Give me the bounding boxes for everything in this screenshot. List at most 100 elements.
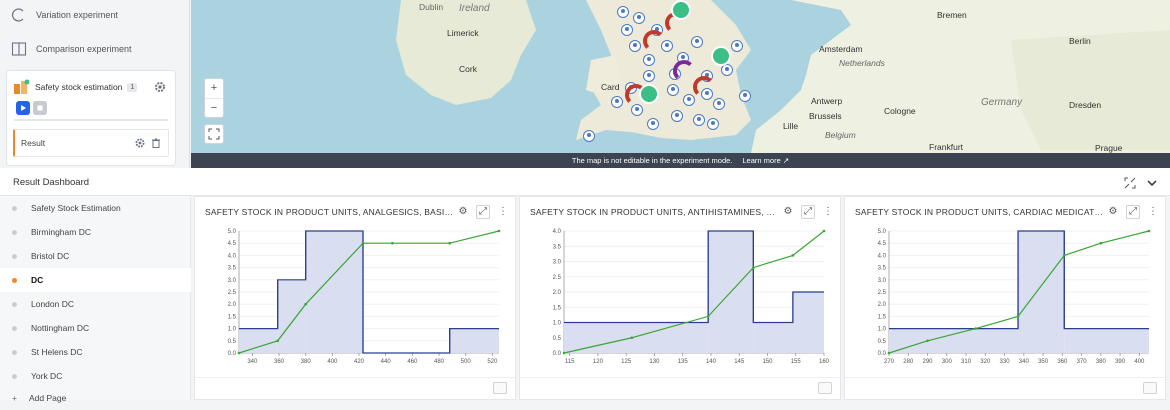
nav-page-st-helens-dc[interactable]: St Helens DC bbox=[0, 340, 191, 364]
x-tick-label: 460 bbox=[407, 359, 418, 365]
learn-more-link[interactable]: Learn more ↗ bbox=[742, 156, 789, 165]
y-tick-label: 1.0 bbox=[553, 321, 562, 327]
x-tick-label: 130 bbox=[649, 359, 660, 365]
cumulative-point bbox=[361, 241, 365, 245]
chart-more-icon[interactable]: ⋮ bbox=[822, 206, 834, 218]
nav-page-dc[interactable]: DC bbox=[0, 268, 191, 292]
y-tick-label: 4.5 bbox=[878, 241, 887, 247]
collapse-chevron-icon[interactable] bbox=[1146, 176, 1158, 188]
x-tick-label: 440 bbox=[381, 359, 392, 365]
customer-location-pin[interactable] bbox=[739, 90, 751, 102]
result-item[interactable]: Result bbox=[13, 129, 169, 157]
nav-label: York DC bbox=[31, 371, 63, 381]
fit-map-button[interactable] bbox=[204, 124, 224, 144]
cumulative-point bbox=[1099, 241, 1103, 245]
experiment-settings-gear-icon[interactable] bbox=[153, 80, 167, 94]
maximize-dashboard-icon[interactable] bbox=[1124, 176, 1136, 189]
histogram-plot: 0.0 0.5 1.0 1.5 2.0 2.5 3.0 3.5 4.0 115 120 125 130 1… bbox=[553, 229, 830, 365]
safety-stock-experiment-card[interactable]: Safety stock estimation 1 Result bbox=[6, 70, 176, 166]
variation-icon bbox=[10, 6, 28, 24]
experiment-logo-icon bbox=[13, 79, 30, 95]
customer-location-pin[interactable] bbox=[633, 12, 645, 24]
chart-settings-gear-icon[interactable]: ⚙ bbox=[1107, 206, 1119, 218]
customer-location-pin[interactable] bbox=[707, 118, 719, 130]
map-label-prague: Prague bbox=[1095, 143, 1123, 153]
customer-location-pin[interactable] bbox=[683, 94, 695, 106]
x-tick-label: 360 bbox=[274, 359, 285, 365]
chart-expand-icon[interactable]: ⤢ bbox=[801, 205, 815, 219]
nav-page-bristol-dc[interactable]: Bristol DC bbox=[0, 244, 191, 268]
nav-page-birmingham-dc[interactable]: Birmingham DC bbox=[0, 220, 191, 244]
chart-settings-gear-icon[interactable]: ⚙ bbox=[782, 206, 794, 218]
y-tick-label: 0.5 bbox=[228, 339, 237, 345]
histogram-plot: 0.0 0.5 1.0 1.5 2.0 2.5 3.0 3.5 4.0 4.5 5.0 270 280 2… bbox=[878, 229, 1151, 365]
comparison-experiment-item[interactable]: Comparison experiment bbox=[10, 36, 132, 62]
map-view[interactable]: Dublin Ireland Limerick Cork Card Bremen… bbox=[191, 0, 1170, 168]
chart-table-view-icon[interactable] bbox=[493, 382, 507, 394]
cumulative-point bbox=[497, 229, 501, 233]
histogram-bar bbox=[889, 328, 1019, 353]
result-delete-trash-icon[interactable] bbox=[150, 137, 162, 149]
result-settings-gear-icon[interactable] bbox=[134, 137, 146, 149]
chart-settings-gear-icon[interactable]: ⚙ bbox=[457, 206, 469, 218]
nav-page-london-dc[interactable]: London DC bbox=[0, 292, 191, 316]
nav-page-nottingham-dc[interactable]: Nottingham DC bbox=[0, 316, 191, 340]
customer-location-pin[interactable] bbox=[583, 130, 595, 142]
y-tick-label: 5.0 bbox=[228, 229, 237, 235]
customer-location-pin[interactable] bbox=[647, 118, 659, 130]
chart-expand-icon[interactable]: ⤢ bbox=[476, 205, 490, 219]
zoom-out-button[interactable]: − bbox=[205, 99, 223, 118]
customer-location-pin[interactable] bbox=[611, 96, 623, 108]
cumulative-point bbox=[630, 336, 634, 340]
route-ring-marker[interactable] bbox=[643, 30, 665, 52]
chart-more-icon[interactable]: ⋮ bbox=[1147, 206, 1159, 218]
y-tick-label: 3.5 bbox=[878, 266, 887, 272]
cumulative-point bbox=[1016, 315, 1020, 318]
route-ring-marker[interactable] bbox=[693, 76, 715, 98]
nav-page-york-dc[interactable]: York DC bbox=[0, 364, 191, 388]
customer-location-pin[interactable] bbox=[629, 40, 641, 52]
route-ring-marker[interactable] bbox=[673, 60, 695, 82]
run-button[interactable] bbox=[16, 101, 30, 115]
chart-table-view-icon[interactable] bbox=[1143, 382, 1157, 394]
histogram-bar bbox=[1018, 231, 1065, 353]
add-page-button[interactable]: + Add Page bbox=[0, 386, 191, 410]
chart-title: SAFETY STOCK IN PRODUCT UNITS, ANTIHISTA… bbox=[530, 207, 780, 217]
customer-location-pin[interactable] bbox=[621, 24, 633, 36]
y-tick-label: 3.0 bbox=[878, 278, 887, 284]
nav-dot-icon bbox=[12, 277, 17, 283]
customer-location-pin[interactable] bbox=[691, 36, 703, 48]
customer-location-pin[interactable] bbox=[643, 70, 655, 82]
customer-location-pin[interactable] bbox=[731, 40, 743, 52]
variation-experiment-item[interactable]: Variation experiment bbox=[10, 2, 118, 28]
chart-more-icon[interactable]: ⋮ bbox=[497, 206, 509, 218]
customer-location-pin[interactable] bbox=[693, 114, 705, 126]
chart-card-cardiac-medications: SAFETY STOCK IN PRODUCT UNITS, CARDIAC M… bbox=[844, 196, 1166, 400]
distribution-center-marker[interactable] bbox=[711, 46, 731, 66]
distribution-center-marker[interactable] bbox=[639, 84, 659, 104]
experiments-panel: Variation experiment Comparison experime… bbox=[0, 0, 190, 168]
histogram-bar bbox=[792, 292, 824, 353]
map-label-cork: Cork bbox=[459, 64, 477, 74]
map-label-card: Card bbox=[601, 82, 620, 92]
customer-location-pin[interactable] bbox=[671, 110, 683, 122]
stop-button[interactable] bbox=[33, 101, 47, 115]
map-label-cologne: Cologne bbox=[884, 106, 916, 116]
chart-expand-icon[interactable]: ⤢ bbox=[1126, 205, 1140, 219]
nav-dot-icon bbox=[12, 325, 17, 331]
chart-table-view-icon[interactable] bbox=[818, 382, 832, 394]
nav-page-safety-stock-estimation[interactable]: Safety Stock Estimation bbox=[0, 196, 191, 220]
customer-location-pin[interactable] bbox=[643, 54, 655, 66]
x-tick-label: 360 bbox=[1057, 359, 1068, 365]
comparison-experiment-label: Comparison experiment bbox=[36, 44, 132, 54]
chart-card-analgesics: SAFETY STOCK IN PRODUCT UNITS, ANALGESIC… bbox=[194, 196, 516, 400]
customer-location-pin[interactable] bbox=[617, 6, 629, 18]
cumulative-point bbox=[237, 351, 241, 355]
customer-location-pin[interactable] bbox=[713, 98, 725, 110]
zoom-in-button[interactable]: + bbox=[205, 79, 223, 99]
distribution-center-marker[interactable] bbox=[671, 0, 691, 20]
x-tick-label: 150 bbox=[762, 359, 773, 365]
x-tick-label: 155 bbox=[791, 359, 802, 365]
customer-location-pin[interactable] bbox=[667, 84, 679, 96]
x-tick-label: 145 bbox=[734, 359, 745, 365]
